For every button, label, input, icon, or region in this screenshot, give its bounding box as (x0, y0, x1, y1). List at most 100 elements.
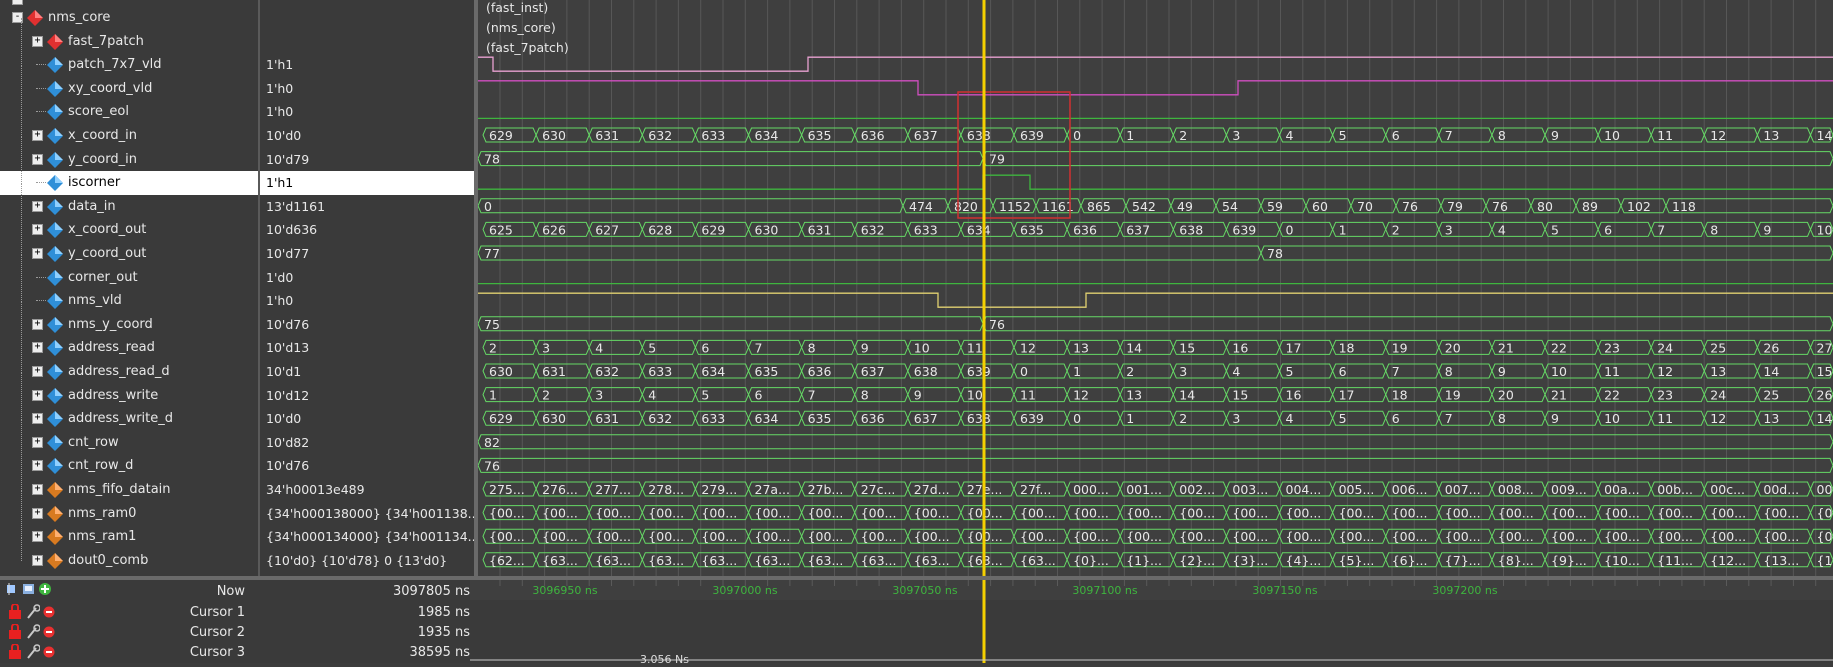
signal-row-xy-coord-vld[interactable]: xy_coord_vld (0, 77, 258, 101)
tree-line (21, 18, 22, 43)
signal-row-nms-fifo-datain[interactable]: + nms_fifo_datain (0, 478, 258, 502)
wave-address-read-d-label: 637 (861, 364, 885, 379)
wave-address-read-label: 16 (1232, 340, 1248, 355)
wave-dout0-comb-label: {8}... (1498, 553, 1534, 568)
signal-name: cnt_row_d (68, 454, 133, 477)
wave-data-in-label: 76 (1492, 199, 1508, 214)
wave-nms-fifo-datain-label: 276... (542, 482, 578, 497)
waveform-canvas[interactable]: (fast_inst)(nms_core)(fast_7patch)629630… (478, 0, 1833, 576)
diamond-blue-icon (46, 269, 64, 287)
expand-icon[interactable]: + (32, 248, 43, 259)
signal-name: xy_coord_vld (68, 77, 152, 100)
signal-row-score-eol[interactable]: score_eol (0, 100, 258, 124)
wave-address-read-d-label: 639 (967, 364, 991, 379)
wave-address-write-label: 9 (914, 388, 922, 403)
wave-xy-coord-vld (478, 81, 1833, 95)
expand-icon[interactable]: + (32, 437, 43, 448)
wave-nms-fifo-datain-label: 00e... (1817, 482, 1833, 497)
signal-row-nms-ram0[interactable]: + nms_ram0 (0, 502, 258, 526)
wave-address-write-label: 26 (1817, 388, 1833, 403)
wave-address-write-d-label: 11 (1657, 411, 1673, 426)
signal-row-fast-7patch[interactable]: + fast_7patch (0, 30, 258, 54)
signal-row-cnt-row[interactable]: + cnt_row (0, 431, 258, 455)
expand-icon[interactable]: + (32, 555, 43, 566)
expand-icon[interactable]: + (32, 319, 43, 330)
wave-data-in-label: 76 (1402, 199, 1418, 214)
wave-address-write-label: 14 (1179, 388, 1195, 403)
wave-address-read-d-label: 8 (1445, 364, 1453, 379)
tree-line (21, 490, 22, 515)
cursor-label[interactable]: Cursor 3 (0, 641, 245, 665)
signal-row-y-coord-in[interactable]: + y_coord_in (0, 148, 258, 172)
wave-y-coord-out-label: 77 (484, 246, 500, 261)
wave-x-coord-in-label: 633 (701, 128, 725, 143)
wave-address-write-d-label: 629 (489, 411, 513, 426)
wave-address-read-d-label: 633 (648, 364, 672, 379)
wave-data-in-label: 474 (909, 199, 933, 214)
wave-nms-ram1-label: {00... (1445, 529, 1481, 544)
wave-x-coord-out-label: 5 (1551, 222, 1559, 237)
signal-row-address-read[interactable]: + address_read (0, 336, 258, 360)
expand-icon[interactable]: + (32, 201, 43, 212)
expand-icon[interactable]: + (32, 390, 43, 401)
expand-icon[interactable]: + (32, 508, 43, 519)
cursor-delta-label: 3.056 Ns (640, 653, 689, 663)
wave-address-read-label: 6 (701, 340, 709, 355)
wave-x-coord-out-label: 628 (648, 222, 672, 237)
expand-icon[interactable]: + (32, 36, 43, 47)
wave-address-read-label: 23 (1604, 340, 1620, 355)
expand-icon[interactable]: + (32, 342, 43, 353)
signal-value: 1'd0 (260, 266, 474, 290)
signal-row-dout0-comb[interactable]: + dout0_comb (0, 549, 258, 573)
expand-icon[interactable]: + (32, 130, 43, 141)
expand-icon[interactable]: + (32, 460, 43, 471)
wave-address-read-label: 2 (489, 340, 497, 355)
wave-nms-ram0-label: {00... (1604, 506, 1640, 521)
signal-row-x-coord-in[interactable]: + x_coord_in (0, 124, 258, 148)
signal-row-x-coord-out[interactable]: + x_coord_out (0, 218, 258, 242)
wave-nms-ram1-label: {00... (1551, 529, 1587, 544)
waveform-panel[interactable]: (fast_inst)(nms_core)(fast_7patch)629630… (478, 0, 1833, 576)
wave-x-coord-out-label: 637 (1126, 222, 1150, 237)
signal-row-address-write[interactable]: + address_write (0, 384, 258, 408)
wave-nms-fifo-datain-label: 279... (701, 482, 737, 497)
expand-icon[interactable]: + (32, 484, 43, 495)
wave-address-write-d-label: 631 (595, 411, 619, 426)
wave-dout0-comb-label: {63... (861, 553, 897, 568)
signal-value: 34'h00013e489 (260, 478, 474, 502)
signal-row-nms-core[interactable]: - nms_core (0, 6, 258, 30)
wave-x-coord-out-label: 8 (1710, 222, 1718, 237)
signal-row-nms-y-coord[interactable]: + nms_y_coord (0, 313, 258, 337)
wave-address-read-label: 3 (542, 340, 550, 355)
wave-nms-fifo-datain-label: 006... (1392, 482, 1428, 497)
signal-row-y-coord-out[interactable]: + y_coord_out (0, 242, 258, 266)
wave-data-in-label: 89 (1582, 199, 1598, 214)
signal-row-nms-ram1[interactable]: + nms_ram1 (0, 525, 258, 549)
signal-row-address-read-d[interactable]: + address_read_d (0, 360, 258, 384)
signal-row-iscorner[interactable]: iscorner (0, 171, 258, 195)
wave-nms-fifo-datain-label: 27a... (755, 482, 791, 497)
collapse-icon[interactable]: - (12, 0, 23, 5)
wave-cnt-row-segment (478, 435, 1833, 449)
expand-icon[interactable]: + (32, 531, 43, 542)
signal-row-address-write-d[interactable]: + address_write_d (0, 407, 258, 431)
time-ruler[interactable]: 3096950 ns3097000 ns3097050 ns3097100 ns… (470, 580, 1833, 663)
signal-row-nms-vld[interactable]: nms_vld (0, 289, 258, 313)
tree-line (21, 537, 22, 562)
expand-icon[interactable]: + (32, 154, 43, 165)
expand-icon[interactable]: + (32, 413, 43, 424)
wave-nms-ram1-label: {00... (1232, 529, 1268, 544)
wave-x-coord-in-label: 636 (861, 128, 885, 143)
expand-icon[interactable]: + (32, 366, 43, 377)
signal-row-corner-out[interactable]: corner_out (0, 266, 258, 290)
wave-nms-ram0-label: {00... (1126, 506, 1162, 521)
wave-y-coord-in-label: 79 (989, 152, 1005, 167)
wave-x-coord-out-label: 1 (1339, 222, 1347, 237)
panel-splitter[interactable] (258, 0, 260, 663)
signal-row-data-in[interactable]: + data_in (0, 195, 258, 219)
signal-value: 10'd77 (260, 242, 474, 266)
signal-row-cnt-row-d[interactable]: + cnt_row_d (0, 454, 258, 478)
signal-row-patch-7x7-vld[interactable]: patch_7x7_vld (0, 53, 258, 77)
expand-icon[interactable]: + (32, 224, 43, 235)
tree-line (36, 64, 46, 66)
